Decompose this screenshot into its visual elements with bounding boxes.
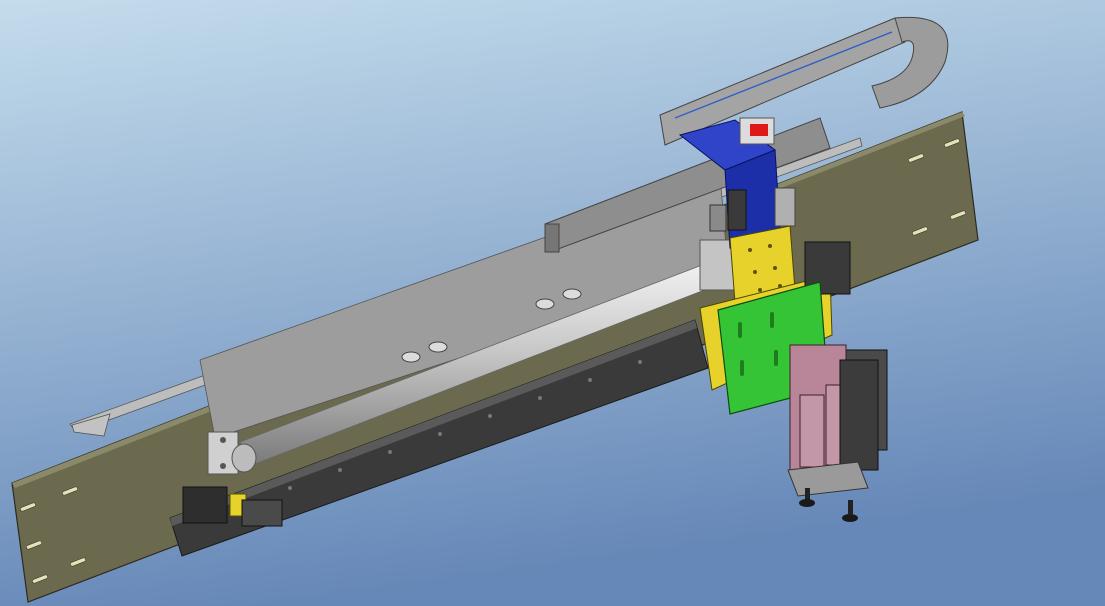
cylinder-dark-body <box>839 359 879 471</box>
rail-slider-block <box>241 499 283 527</box>
digital-pressure-display <box>739 117 775 145</box>
cable-chain-end <box>544 223 560 253</box>
display-red-readout <box>750 124 768 136</box>
rail-end-block <box>182 486 228 524</box>
cad-viewport[interactable] <box>0 0 1105 606</box>
cylinder-front-left <box>799 394 825 468</box>
linear-gantry-assembly-model[interactable] <box>0 0 1105 606</box>
